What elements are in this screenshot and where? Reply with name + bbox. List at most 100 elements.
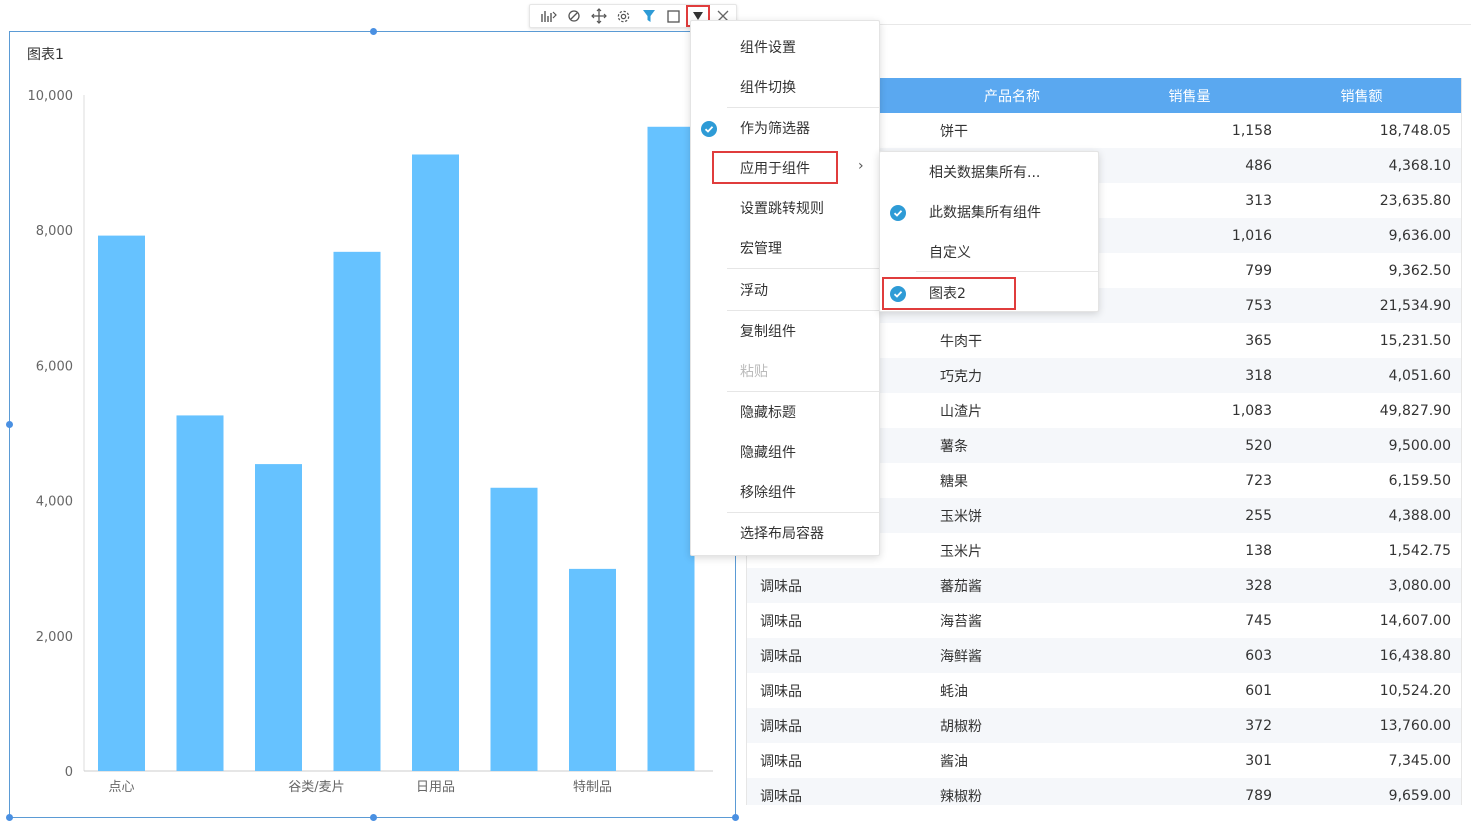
menu-item-label: 作为筛选器 — [740, 121, 810, 137]
cell-sales-qty: 1,083 — [1231, 402, 1272, 419]
cell-product-name: 巧克力 — [940, 368, 982, 385]
bar-chart: 0 2,000 4,000 6,000 8,000 10,000 点心 谷类/麦片 日用品 特制品 — [28, 89, 713, 795]
cell-category: 调味品 — [760, 718, 802, 735]
resize-handle-bottom[interactable] — [370, 814, 377, 821]
cell-sales-qty: 789 — [1245, 787, 1272, 804]
submenu-item-label: 此数据集所有组件 — [929, 205, 1041, 221]
cell-sales-amount: 14,607.00 — [1379, 612, 1451, 629]
menu-item-component-settings[interactable]: 组件设置 — [691, 30, 879, 64]
component-context-menu: 组件设置 组件切换 作为筛选器 应用于组件 › 设置跳转规则 宏管理 浮动 复制… — [690, 20, 880, 556]
cell-sales-amount: 3,080.00 — [1388, 577, 1451, 594]
cell-product-name: 牛肉干 — [940, 333, 982, 350]
cell-sales-qty: 799 — [1245, 262, 1272, 279]
cell-sales-qty: 486 — [1245, 157, 1272, 174]
cell-sales-qty: 313 — [1245, 192, 1272, 209]
submenu-item-this-dataset[interactable]: 此数据集所有组件 — [880, 195, 1098, 229]
resize-handle-top[interactable] — [370, 28, 377, 35]
submenu-item-related-datasets[interactable]: 相关数据集所有... — [880, 155, 1098, 189]
submenu-item-custom[interactable]: 自定义 — [880, 235, 1098, 269]
table-row[interactable]: 调味品 酱油 301 7,345.00 — [747, 743, 1461, 778]
table-row[interactable]: 调味品 海鲜酱 603 16,438.80 — [747, 638, 1461, 673]
resize-handle-bottom-left[interactable] — [6, 814, 13, 821]
cell-sales-amount: 10,524.20 — [1379, 682, 1451, 699]
bar[interactable] — [647, 126, 695, 772]
cell-product-name: 山渣片 — [940, 403, 982, 420]
cell-sales-amount: 6,159.50 — [1388, 472, 1451, 489]
cell-product-name: 玉米片 — [940, 543, 982, 560]
bar[interactable] — [412, 154, 459, 771]
cell-sales-amount: 9,659.00 — [1388, 787, 1451, 804]
table-row[interactable]: 调味品 蚝油 601 10,524.20 — [747, 673, 1461, 708]
cell-product-name: 糖果 — [940, 473, 968, 490]
cell-sales-qty: 301 — [1245, 752, 1272, 769]
cell-sales-qty: 365 — [1245, 332, 1272, 349]
x-tick-label: 谷类/麦片 — [288, 780, 344, 795]
cell-product-name: 饼干 — [940, 123, 968, 140]
bar[interactable] — [569, 568, 616, 771]
menu-item-paste[interactable]: 粘贴 — [691, 354, 879, 388]
highlight-box — [712, 151, 838, 184]
table-row[interactable]: 调味品 蕃茄酱 328 3,080.00 — [747, 568, 1461, 603]
y-tick-label: 2,000 — [36, 630, 73, 645]
cell-product-name: 玉米饼 — [940, 508, 982, 525]
header-sales-amount[interactable]: 销售额 — [1272, 86, 1451, 106]
cell-sales-qty: 723 — [1245, 472, 1272, 489]
check-icon — [701, 121, 717, 141]
cell-product-name: 胡椒粉 — [940, 718, 982, 735]
resize-handle-bottom-right[interactable] — [732, 814, 739, 821]
cell-category: 调味品 — [760, 683, 802, 700]
settings-icon[interactable] — [611, 5, 636, 27]
cell-sales-amount: 1,542.75 — [1388, 542, 1451, 559]
cell-product-name: 辣椒粉 — [940, 788, 982, 805]
filter-icon[interactable] — [636, 5, 661, 27]
move-icon[interactable] — [586, 5, 611, 27]
cell-sales-amount: 18,748.05 — [1379, 122, 1451, 139]
x-tick-label: 日用品 — [416, 780, 455, 795]
menu-item-as-filter[interactable]: 作为筛选器 — [691, 111, 879, 145]
bar[interactable] — [176, 415, 224, 771]
cell-product-name: 酱油 — [940, 753, 968, 770]
table-row[interactable]: 调味品 辣椒粉 789 9,659.00 — [747, 778, 1461, 805]
menu-item-switch-component[interactable]: 组件切换 — [691, 70, 879, 104]
cell-product-name: 海鲜酱 — [940, 648, 982, 665]
menu-item-select-layout-container[interactable]: 选择布局容器 — [691, 516, 879, 550]
chart-component[interactable]: 图表1 0 2,000 4,000 6,000 8,000 10,000 点心 谷类/麦片 日用… — [6, 28, 739, 821]
y-tick-label: 6,000 — [36, 359, 73, 374]
check-icon — [890, 205, 906, 225]
cell-sales-qty: 520 — [1245, 437, 1272, 454]
cell-sales-qty: 372 — [1245, 717, 1272, 734]
cell-category: 调味品 — [760, 648, 802, 665]
table-row[interactable]: 调味品 海苔酱 745 14,607.00 — [747, 603, 1461, 638]
chart-type-icon[interactable] — [536, 5, 561, 27]
cell-sales-qty: 318 — [1245, 367, 1272, 384]
style-icon[interactable] — [561, 5, 586, 27]
cell-sales-amount: 23,635.80 — [1379, 192, 1451, 209]
menu-item-copy-component[interactable]: 复制组件 — [691, 314, 879, 348]
maximize-icon[interactable] — [661, 5, 686, 27]
bar[interactable] — [255, 464, 302, 771]
cell-sales-qty: 255 — [1245, 507, 1272, 524]
cell-sales-amount: 4,368.10 — [1388, 157, 1451, 174]
y-tick-label: 0 — [65, 765, 73, 780]
menu-item-remove-component[interactable]: 移除组件 — [691, 475, 879, 509]
menu-item-jump-rules[interactable]: 设置跳转规则 — [691, 191, 879, 225]
cell-sales-qty: 601 — [1245, 682, 1272, 699]
header-product-name[interactable]: 产品名称 — [917, 86, 1107, 106]
cell-sales-amount: 15,231.50 — [1379, 332, 1451, 349]
menu-item-hide-title[interactable]: 隐藏标题 — [691, 395, 879, 429]
y-tick-label: 10,000 — [28, 89, 74, 104]
highlight-box — [882, 277, 1016, 310]
cell-category: 调味品 — [760, 788, 802, 805]
menu-item-float[interactable]: 浮动 — [691, 273, 879, 307]
bar[interactable] — [490, 487, 538, 771]
table-row[interactable]: 调味品 胡椒粉 372 13,760.00 — [747, 708, 1461, 743]
bar[interactable] — [333, 251, 381, 771]
cell-sales-amount: 13,760.00 — [1379, 717, 1451, 734]
dashboard-canvas: 产品名称 销售量 销售额 饼干 1,158 18,748.05 486 4,368.10… — [0, 0, 1471, 826]
resize-handle-left[interactable] — [6, 421, 13, 428]
menu-divider — [727, 512, 879, 513]
bar[interactable] — [98, 235, 145, 771]
menu-item-macro-management[interactable]: 宏管理 — [691, 231, 879, 265]
header-sales-qty[interactable]: 销售量 — [1107, 86, 1272, 106]
menu-item-hide-component[interactable]: 隐藏组件 — [691, 435, 879, 469]
